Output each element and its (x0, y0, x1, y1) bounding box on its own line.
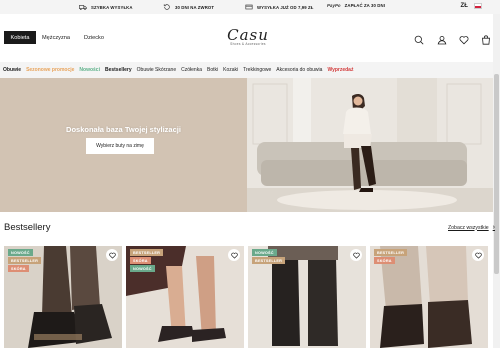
tab-kobieta[interactable]: Kobieta (4, 31, 36, 44)
wishlist-heart-icon[interactable] (228, 249, 240, 261)
hero-banner: Doskonała baza Twojej stylizacji Wybierz… (0, 78, 247, 212)
section-title: Bestsellery (4, 222, 51, 233)
language-selector[interactable]: ZŁ (460, 3, 482, 9)
paypo-logo: PayPo (327, 3, 341, 8)
search-icon[interactable] (414, 32, 424, 45)
info-bar: SZYBKA WYSYŁKA 30 DNI NA ZWROT WYSYŁKA J… (0, 0, 500, 14)
product-card[interactable]: BESTSELLER SKÓRA NOWOŚĆ (126, 246, 244, 348)
wishlist-heart-icon[interactable] (472, 249, 484, 261)
wishlist-heart-icon[interactable] (350, 249, 362, 261)
header: Kobieta Mężczyzna Dziecko Casu Shoes & A… (0, 14, 500, 62)
info-label: SZYBKA WYSYŁKA (91, 5, 133, 10)
badge-skora: SKÓRA (374, 257, 395, 265)
badge-nowosc: NOWOŚĆ (8, 249, 33, 257)
info-item-paypo: PayPo ZAPŁAĆ ZA 30 DNI (327, 3, 385, 8)
nav-item-bestsellery[interactable]: Bestsellery (105, 67, 132, 73)
see-all-link[interactable]: Zobacz wszystkie › (448, 224, 495, 231)
currency-label: ZŁ (460, 3, 468, 9)
see-all-label: Zobacz wszystkie (448, 224, 489, 231)
info-label: ZAPŁAĆ ZA 30 DNI (344, 3, 385, 8)
badge-nowosc: NOWOŚĆ (130, 265, 155, 273)
hero-cta-button[interactable]: Wybierz buty na zimę (86, 138, 154, 154)
badge-skora: SKÓRA (8, 265, 29, 273)
nav-item-akcesoria[interactable]: Akcesoria do obuwia (276, 67, 322, 73)
info-item-fast-shipping: SZYBKA WYSYŁKA (79, 3, 133, 12)
shipping-icon (245, 3, 253, 12)
wishlist-heart-icon[interactable] (459, 32, 469, 45)
nav-item-obuwie[interactable]: Obuwie (3, 67, 21, 73)
badge-nowosc: NOWOŚĆ (252, 249, 277, 257)
nav-item-nowosci[interactable]: Nowości (79, 67, 100, 73)
flag-poland-icon (474, 3, 482, 9)
nav-item-kozaki[interactable]: Kozaki (223, 67, 238, 73)
info-label: 30 DNI NA ZWROT (175, 5, 215, 10)
badge-bestseller: BESTSELLER (374, 249, 408, 257)
hero-image[interactable] (247, 78, 493, 212)
logo-subtitle: Shoes & Accessories (230, 42, 266, 46)
truck-icon (79, 3, 87, 12)
badge-bestseller: BESTSELLER (8, 257, 42, 265)
nav-item-czolenka[interactable]: Czółenka (181, 67, 202, 73)
badge-bestseller: BESTSELLER (252, 257, 286, 265)
logo-word: Casu (227, 26, 269, 44)
nav-item-obuwie-skorzane[interactable]: Obuwie Skórzane (137, 67, 176, 73)
badge-bestseller: BESTSELLER (130, 249, 164, 257)
nav-item-trekkingowe[interactable]: Trekkingowe (243, 67, 271, 73)
logo[interactable]: Casu Shoes & Accessories (224, 28, 272, 50)
tab-mezczyzna[interactable]: Mężczyzna (42, 31, 70, 44)
scrollbar[interactable] (493, 14, 500, 348)
nav-item-promocje[interactable]: Sezonowe promocje (26, 67, 74, 73)
tab-dziecko[interactable]: Dziecko (82, 31, 106, 44)
page: SZYBKA WYSYŁKA 30 DNI NA ZWROT WYSYŁKA J… (0, 0, 500, 348)
badge-skora: SKÓRA (130, 257, 151, 265)
product-card[interactable]: NOWOŚĆ BESTSELLER SKÓRA (4, 246, 122, 348)
wishlist-heart-icon[interactable] (106, 249, 118, 261)
category-nav: Obuwie Sezonowe promocje Nowości Bestsel… (0, 62, 500, 78)
nav-item-wyprzedaz[interactable]: Wyprzedaż (327, 67, 353, 73)
info-item-returns: 30 DNI NA ZWROT (163, 3, 214, 12)
product-card[interactable]: BESTSELLER SKÓRA (370, 246, 488, 348)
product-card[interactable]: NOWOŚĆ BESTSELLER (248, 246, 366, 348)
return-icon (163, 3, 171, 12)
info-label: WYSYŁKA JUŻ OD 7,99 ZŁ (257, 5, 314, 10)
scrollbar-thumb[interactable] (494, 74, 499, 274)
info-item-shipping-price: WYSYŁKA JUŻ OD 7,99 ZŁ (245, 3, 313, 12)
cart-icon[interactable] (481, 32, 491, 45)
account-icon[interactable] (437, 32, 447, 45)
chevron-right-icon: › (492, 224, 495, 231)
hero-title: Doskonała baza Twojej stylizacji (66, 125, 181, 134)
nav-item-botki[interactable]: Botki (207, 67, 218, 73)
